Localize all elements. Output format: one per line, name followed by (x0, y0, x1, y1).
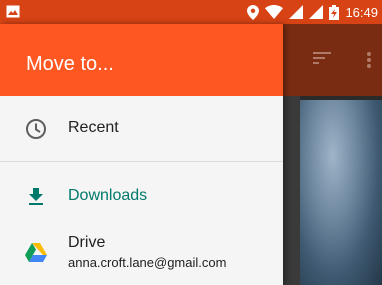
status-bar: 16:49 (0, 0, 382, 24)
background-photo-thumbnail (300, 100, 382, 285)
signal-icon (289, 5, 304, 19)
image-notification-icon (6, 5, 20, 18)
google-drive-icon (25, 243, 47, 262)
drawer-divider (0, 161, 283, 162)
more-vert-icon (367, 52, 371, 68)
sort-icon (313, 52, 331, 64)
move-to-drawer: Move to... Recent Downloads Drive anna.c… (0, 24, 283, 285)
drawer-item-label: Drive (68, 234, 106, 251)
background-list (283, 96, 300, 285)
drawer-title: Move to... (26, 53, 114, 75)
drawer-header: Move to... (0, 24, 283, 96)
location-icon (247, 4, 260, 20)
drawer-item-label: Downloads (68, 187, 148, 204)
wifi-icon (265, 5, 284, 19)
drawer-item-label: Recent (68, 119, 119, 136)
signal-icon-secondary (309, 5, 324, 19)
drawer-item-downloads[interactable]: Downloads (0, 172, 283, 220)
battery-charging-icon (329, 4, 340, 20)
clock-icon (26, 119, 46, 139)
drawer-item-drive[interactable]: Drive anna.croft.lane@gmail.com (0, 226, 283, 278)
drawer-item-recent[interactable]: Recent (0, 104, 283, 152)
drive-account-email: anna.croft.lane@gmail.com (68, 255, 227, 270)
status-clock: 16:49 (345, 4, 378, 20)
download-icon (29, 188, 43, 205)
